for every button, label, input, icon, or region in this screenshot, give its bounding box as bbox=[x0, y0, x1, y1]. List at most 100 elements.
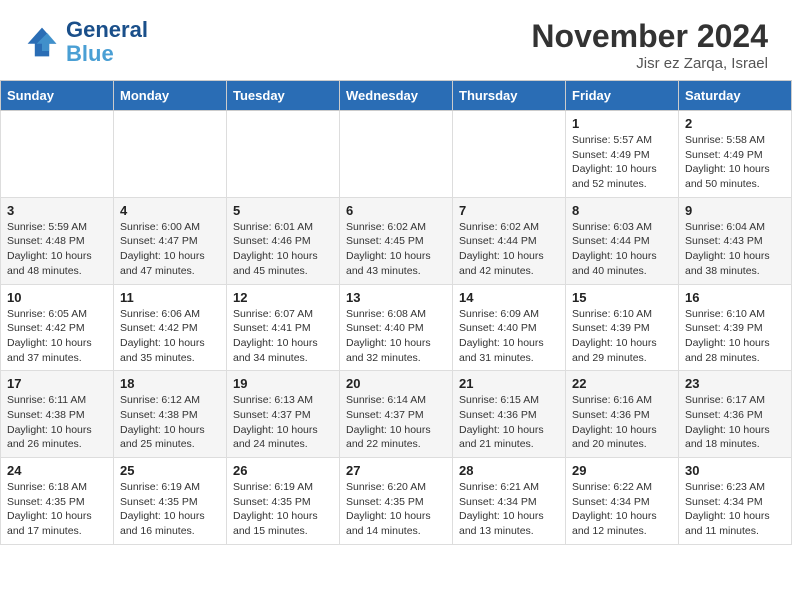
logo-line2: Blue bbox=[66, 42, 148, 66]
day-info: Sunrise: 6:16 AM Sunset: 4:36 PM Dayligh… bbox=[572, 393, 672, 452]
weekday-header-friday: Friday bbox=[566, 81, 679, 111]
calendar-cell: 19 Sunrise: 6:13 AM Sunset: 4:37 PM Dayli… bbox=[227, 371, 340, 458]
day-info: Sunrise: 6:08 AM Sunset: 4:40 PM Dayligh… bbox=[346, 307, 446, 366]
title-block: November 2024 Jisr ez Zarqa, Israel bbox=[531, 18, 768, 72]
calendar-cell: 16 Sunrise: 6:10 AM Sunset: 4:39 PM Dayli… bbox=[679, 284, 792, 371]
day-info: Sunrise: 6:09 AM Sunset: 4:40 PM Dayligh… bbox=[459, 307, 559, 366]
day-number: 23 bbox=[685, 376, 785, 391]
day-info: Sunrise: 6:18 AM Sunset: 4:35 PM Dayligh… bbox=[7, 480, 107, 539]
day-info: Sunrise: 6:10 AM Sunset: 4:39 PM Dayligh… bbox=[685, 307, 785, 366]
calendar-week-1: 1Sunrise: 5:57 AM Sunset: 4:49 PM Daylig… bbox=[1, 111, 792, 198]
day-number: 9 bbox=[685, 203, 785, 218]
day-number: 8 bbox=[572, 203, 672, 218]
logo-icon bbox=[24, 24, 60, 60]
day-info: Sunrise: 6:19 AM Sunset: 4:35 PM Dayligh… bbox=[233, 480, 333, 539]
calendar-table: SundayMondayTuesdayWednesdayThursdayFrid… bbox=[0, 80, 792, 545]
day-info: Sunrise: 6:02 AM Sunset: 4:44 PM Dayligh… bbox=[459, 220, 559, 279]
day-info: Sunrise: 6:23 AM Sunset: 4:34 PM Dayligh… bbox=[685, 480, 785, 539]
calendar-cell: 10Sunrise: 6:05 AM Sunset: 4:42 PM Dayli… bbox=[1, 284, 114, 371]
calendar-cell: 23 Sunrise: 6:17 AM Sunset: 4:36 PM Dayli… bbox=[679, 371, 792, 458]
calendar-cell: 13 Sunrise: 6:08 AM Sunset: 4:40 PM Dayli… bbox=[340, 284, 453, 371]
calendar-cell: 29 Sunrise: 6:22 AM Sunset: 4:34 PM Dayli… bbox=[566, 458, 679, 545]
day-info: Sunrise: 6:15 AM Sunset: 4:36 PM Dayligh… bbox=[459, 393, 559, 452]
day-info: Sunrise: 6:11 AM Sunset: 4:38 PM Dayligh… bbox=[7, 393, 107, 452]
calendar-cell: 15 Sunrise: 6:10 AM Sunset: 4:39 PM Dayli… bbox=[566, 284, 679, 371]
weekday-header-row: SundayMondayTuesdayWednesdayThursdayFrid… bbox=[1, 81, 792, 111]
day-info: Sunrise: 6:02 AM Sunset: 4:45 PM Dayligh… bbox=[346, 220, 446, 279]
weekday-header-tuesday: Tuesday bbox=[227, 81, 340, 111]
day-info: Sunrise: 6:10 AM Sunset: 4:39 PM Dayligh… bbox=[572, 307, 672, 366]
day-number: 30 bbox=[685, 463, 785, 478]
calendar-cell: 6 Sunrise: 6:02 AM Sunset: 4:45 PM Daylig… bbox=[340, 197, 453, 284]
day-info: Sunrise: 6:04 AM Sunset: 4:43 PM Dayligh… bbox=[685, 220, 785, 279]
day-number: 27 bbox=[346, 463, 446, 478]
calendar-cell: 3Sunrise: 5:59 AM Sunset: 4:48 PM Daylig… bbox=[1, 197, 114, 284]
calendar-cell: 24 Sunrise: 6:18 AM Sunset: 4:35 PM Dayli… bbox=[1, 458, 114, 545]
calendar-cell: 30 Sunrise: 6:23 AM Sunset: 4:34 PM Dayli… bbox=[679, 458, 792, 545]
calendar-cell bbox=[114, 111, 227, 198]
day-number: 1 bbox=[572, 116, 672, 131]
day-number: 12 bbox=[233, 290, 333, 305]
day-info: Sunrise: 6:12 AM Sunset: 4:38 PM Dayligh… bbox=[120, 393, 220, 452]
day-number: 19 bbox=[233, 376, 333, 391]
day-info: Sunrise: 6:13 AM Sunset: 4:37 PM Dayligh… bbox=[233, 393, 333, 452]
weekday-header-saturday: Saturday bbox=[679, 81, 792, 111]
calendar-cell: 22 Sunrise: 6:16 AM Sunset: 4:36 PM Dayli… bbox=[566, 371, 679, 458]
day-number: 13 bbox=[346, 290, 446, 305]
day-number: 7 bbox=[459, 203, 559, 218]
day-info: Sunrise: 6:01 AM Sunset: 4:46 PM Dayligh… bbox=[233, 220, 333, 279]
day-info: Sunrise: 6:22 AM Sunset: 4:34 PM Dayligh… bbox=[572, 480, 672, 539]
weekday-header-wednesday: Wednesday bbox=[340, 81, 453, 111]
day-info: Sunrise: 6:17 AM Sunset: 4:36 PM Dayligh… bbox=[685, 393, 785, 452]
day-number: 14 bbox=[459, 290, 559, 305]
day-info: Sunrise: 6:00 AM Sunset: 4:47 PM Dayligh… bbox=[120, 220, 220, 279]
logo: General Blue bbox=[24, 18, 148, 66]
calendar-cell: 25 Sunrise: 6:19 AM Sunset: 4:35 PM Dayli… bbox=[114, 458, 227, 545]
day-number: 20 bbox=[346, 376, 446, 391]
calendar-cell: 14 Sunrise: 6:09 AM Sunset: 4:40 PM Dayli… bbox=[453, 284, 566, 371]
location-title: Jisr ez Zarqa, Israel bbox=[531, 55, 768, 72]
day-number: 10 bbox=[7, 290, 107, 305]
day-info: Sunrise: 6:21 AM Sunset: 4:34 PM Dayligh… bbox=[459, 480, 559, 539]
day-info: Sunrise: 6:20 AM Sunset: 4:35 PM Dayligh… bbox=[346, 480, 446, 539]
calendar-cell bbox=[340, 111, 453, 198]
day-info: Sunrise: 6:06 AM Sunset: 4:42 PM Dayligh… bbox=[120, 307, 220, 366]
day-number: 26 bbox=[233, 463, 333, 478]
day-number: 6 bbox=[346, 203, 446, 218]
calendar-week-3: 10Sunrise: 6:05 AM Sunset: 4:42 PM Dayli… bbox=[1, 284, 792, 371]
calendar-week-5: 24 Sunrise: 6:18 AM Sunset: 4:35 PM Dayli… bbox=[1, 458, 792, 545]
day-number: 21 bbox=[459, 376, 559, 391]
day-info: Sunrise: 6:03 AM Sunset: 4:44 PM Dayligh… bbox=[572, 220, 672, 279]
day-number: 22 bbox=[572, 376, 672, 391]
weekday-header-sunday: Sunday bbox=[1, 81, 114, 111]
day-number: 28 bbox=[459, 463, 559, 478]
calendar-cell: 26 Sunrise: 6:19 AM Sunset: 4:35 PM Dayli… bbox=[227, 458, 340, 545]
day-info: Sunrise: 6:07 AM Sunset: 4:41 PM Dayligh… bbox=[233, 307, 333, 366]
day-info: Sunrise: 6:19 AM Sunset: 4:35 PM Dayligh… bbox=[120, 480, 220, 539]
calendar-week-2: 3Sunrise: 5:59 AM Sunset: 4:48 PM Daylig… bbox=[1, 197, 792, 284]
day-number: 11 bbox=[120, 290, 220, 305]
calendar-body: 1Sunrise: 5:57 AM Sunset: 4:49 PM Daylig… bbox=[1, 111, 792, 545]
calendar-cell: 5Sunrise: 6:01 AM Sunset: 4:46 PM Daylig… bbox=[227, 197, 340, 284]
day-number: 16 bbox=[685, 290, 785, 305]
calendar-cell bbox=[227, 111, 340, 198]
weekday-header-thursday: Thursday bbox=[453, 81, 566, 111]
day-number: 17 bbox=[7, 376, 107, 391]
calendar-cell: 17 Sunrise: 6:11 AM Sunset: 4:38 PM Dayli… bbox=[1, 371, 114, 458]
day-number: 4 bbox=[120, 203, 220, 218]
weekday-header-monday: Monday bbox=[114, 81, 227, 111]
day-number: 24 bbox=[7, 463, 107, 478]
calendar-header: SundayMondayTuesdayWednesdayThursdayFrid… bbox=[1, 81, 792, 111]
day-number: 15 bbox=[572, 290, 672, 305]
day-number: 25 bbox=[120, 463, 220, 478]
month-title: November 2024 bbox=[531, 18, 768, 55]
day-number: 2 bbox=[685, 116, 785, 131]
calendar-cell: 7 Sunrise: 6:02 AM Sunset: 4:44 PM Daylig… bbox=[453, 197, 566, 284]
logo-line1: General bbox=[66, 18, 148, 42]
day-number: 29 bbox=[572, 463, 672, 478]
calendar-cell: 12 Sunrise: 6:07 AM Sunset: 4:41 PM Dayli… bbox=[227, 284, 340, 371]
calendar-week-4: 17 Sunrise: 6:11 AM Sunset: 4:38 PM Dayli… bbox=[1, 371, 792, 458]
calendar-cell: 28 Sunrise: 6:21 AM Sunset: 4:34 PM Dayli… bbox=[453, 458, 566, 545]
calendar-cell: 2Sunrise: 5:58 AM Sunset: 4:49 PM Daylig… bbox=[679, 111, 792, 198]
day-number: 3 bbox=[7, 203, 107, 218]
